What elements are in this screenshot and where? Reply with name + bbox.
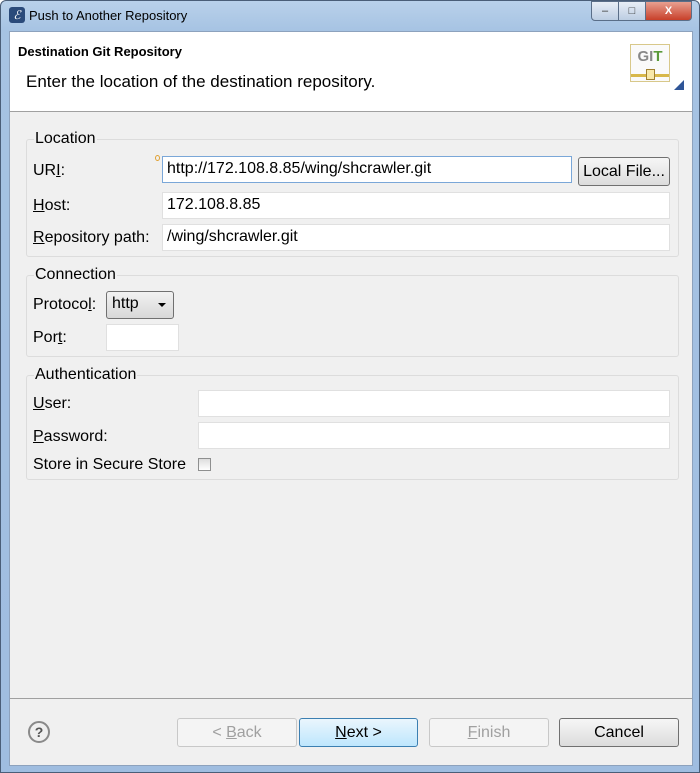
port-input[interactable]: [106, 324, 179, 351]
page-description: Enter the location of the destination re…: [26, 72, 376, 91]
git-logo-icon: GIT: [630, 44, 670, 82]
next-button[interactable]: Next >: [299, 718, 418, 747]
footer-divider: [10, 698, 692, 699]
close-button[interactable]: X: [645, 1, 692, 21]
dialog-content: Destination Git Repository Enter the loc…: [9, 31, 693, 766]
back-button[interactable]: < Back: [177, 718, 297, 747]
window-title: Push to Another Repository: [29, 8, 188, 23]
repository-path-input[interactable]: /wing/shcrawler.git: [162, 224, 670, 251]
uri-input[interactable]: http://172.108.8.85/wing/shcrawler.git: [162, 156, 572, 183]
password-label: Password:: [33, 428, 108, 445]
uri-label: URI:: [33, 162, 66, 179]
store-secure-label: Store in Secure Store: [33, 456, 186, 473]
dialog-window: ℰ Push to Another Repository – □ X Desti…: [0, 0, 700, 773]
eclipse-app-icon: ℰ: [9, 7, 25, 23]
store-secure-checkbox[interactable]: [198, 458, 211, 471]
maximize-button[interactable]: □: [618, 1, 646, 21]
chevron-down-icon: [158, 303, 166, 307]
host-input[interactable]: 172.108.8.85: [162, 192, 670, 219]
connection-legend: Connection: [34, 266, 117, 284]
corner-triangle-icon: [674, 80, 684, 90]
help-icon[interactable]: ?: [28, 721, 50, 743]
user-label: User:: [33, 395, 72, 412]
minimize-button[interactable]: –: [591, 1, 619, 21]
port-label: Port:: [33, 329, 67, 346]
user-input[interactable]: [198, 390, 670, 417]
host-label: Host:: [33, 197, 71, 214]
authentication-legend: Authentication: [34, 366, 138, 384]
protocol-label: Protocol:: [33, 296, 97, 313]
location-legend: Location: [34, 130, 97, 148]
local-file-button[interactable]: Local File...: [578, 157, 670, 186]
finish-button[interactable]: Finish: [429, 718, 549, 747]
page-title: Destination Git Repository: [18, 44, 182, 59]
content-assist-bulb-icon: [155, 155, 160, 161]
repository-path-label: Repository path:: [33, 229, 150, 246]
password-input[interactable]: [198, 422, 670, 449]
wizard-header: Destination Git Repository Enter the loc…: [10, 32, 692, 112]
protocol-select[interactable]: http: [106, 291, 174, 319]
cancel-button[interactable]: Cancel: [559, 718, 679, 747]
